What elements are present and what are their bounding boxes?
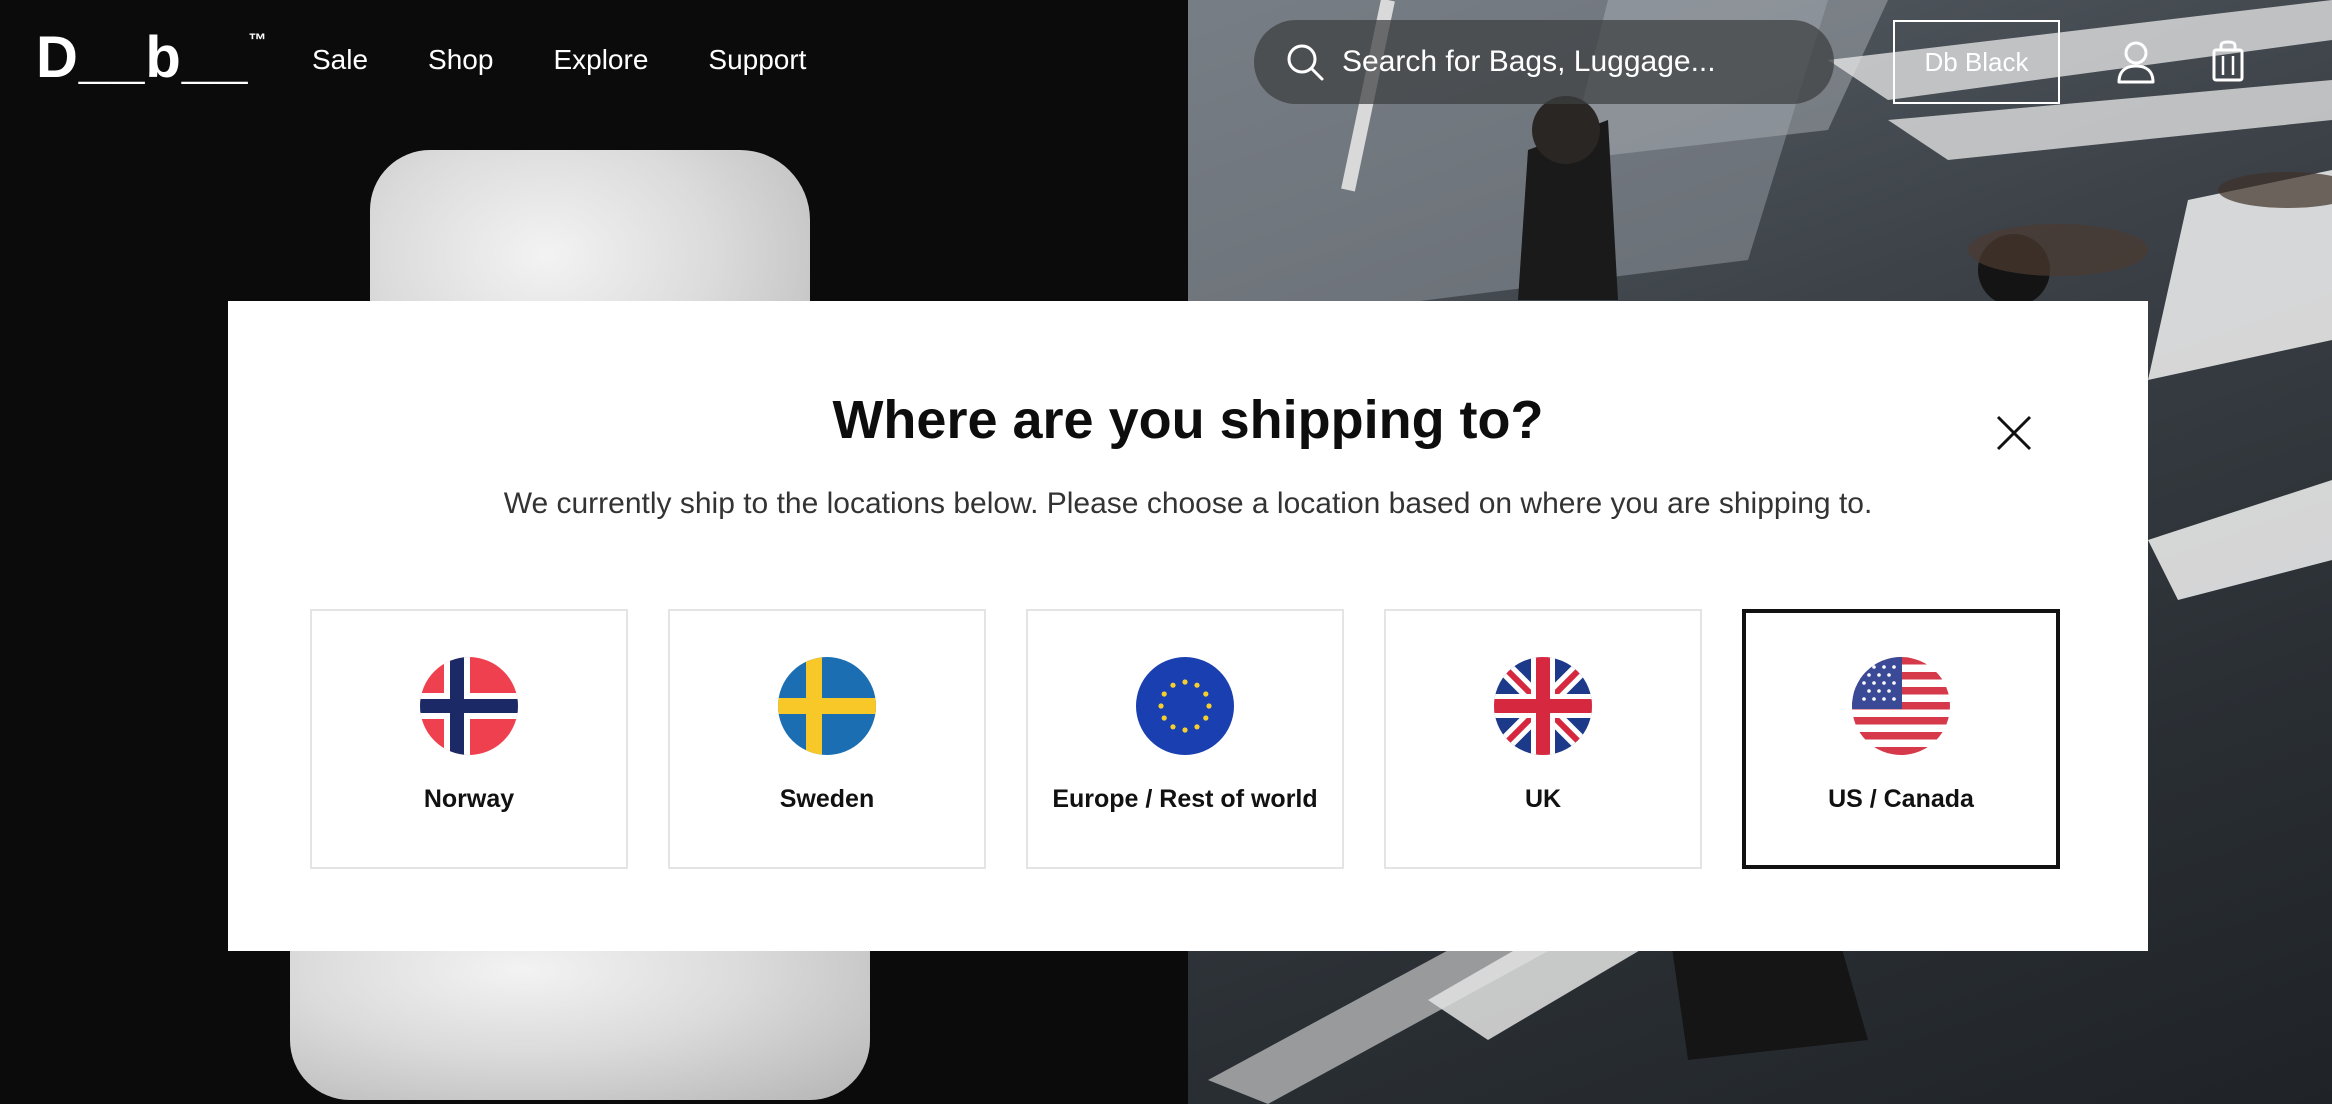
sweden-flag-icon — [778, 657, 876, 755]
logo-trademark: ™ — [248, 30, 268, 50]
region-option-sweden[interactable]: Sweden — [668, 609, 986, 869]
search-bar[interactable] — [1254, 20, 1834, 104]
nav-explore[interactable]: Explore — [553, 44, 648, 76]
nav-support[interactable]: Support — [708, 44, 806, 76]
modal-subtitle: We currently ship to the locations below… — [503, 487, 1873, 520]
close-icon — [1996, 415, 2032, 451]
us-flag-icon — [1852, 657, 1950, 755]
user-icon[interactable] — [2116, 40, 2156, 84]
region-options: Norway Sweden Europe / Rest of world UK … — [310, 609, 2060, 869]
search-input[interactable] — [1342, 45, 1772, 79]
close-button[interactable] — [1994, 413, 2034, 453]
site-header: D__b__™ Sale Shop Explore Support Db Bla… — [0, 0, 2332, 124]
search-icon — [1287, 44, 1324, 81]
region-option-europe[interactable]: Europe / Rest of world — [1026, 609, 1344, 869]
region-option-norway[interactable]: Norway — [310, 609, 628, 869]
region-label: UK — [1524, 785, 1562, 813]
db-black-button[interactable]: Db Black — [1893, 20, 2060, 104]
logo-text: D__b__ — [36, 25, 249, 90]
region-label: Europe / Rest of world — [1052, 785, 1318, 813]
region-option-us-canada[interactable]: US / Canada — [1742, 609, 2060, 869]
region-label: Norway — [423, 785, 515, 813]
uk-flag-icon — [1494, 657, 1592, 755]
nav-sale[interactable]: Sale — [312, 44, 368, 76]
norway-flag-icon — [420, 657, 518, 755]
nav-shop[interactable]: Shop — [428, 44, 493, 76]
cart-icon[interactable] — [2210, 40, 2246, 84]
eu-flag-icon — [1136, 657, 1234, 755]
region-option-uk[interactable]: UK — [1384, 609, 1702, 869]
modal-title: Where are you shipping to? — [832, 390, 1544, 450]
region-label: Sweden — [779, 785, 875, 813]
main-nav: Sale Shop Explore Support — [312, 44, 806, 76]
region-label: US / Canada — [1828, 785, 1974, 813]
shipping-modal: Where are you shipping to? We currently … — [228, 301, 2148, 951]
site-logo[interactable]: D__b__™ — [36, 24, 267, 91]
